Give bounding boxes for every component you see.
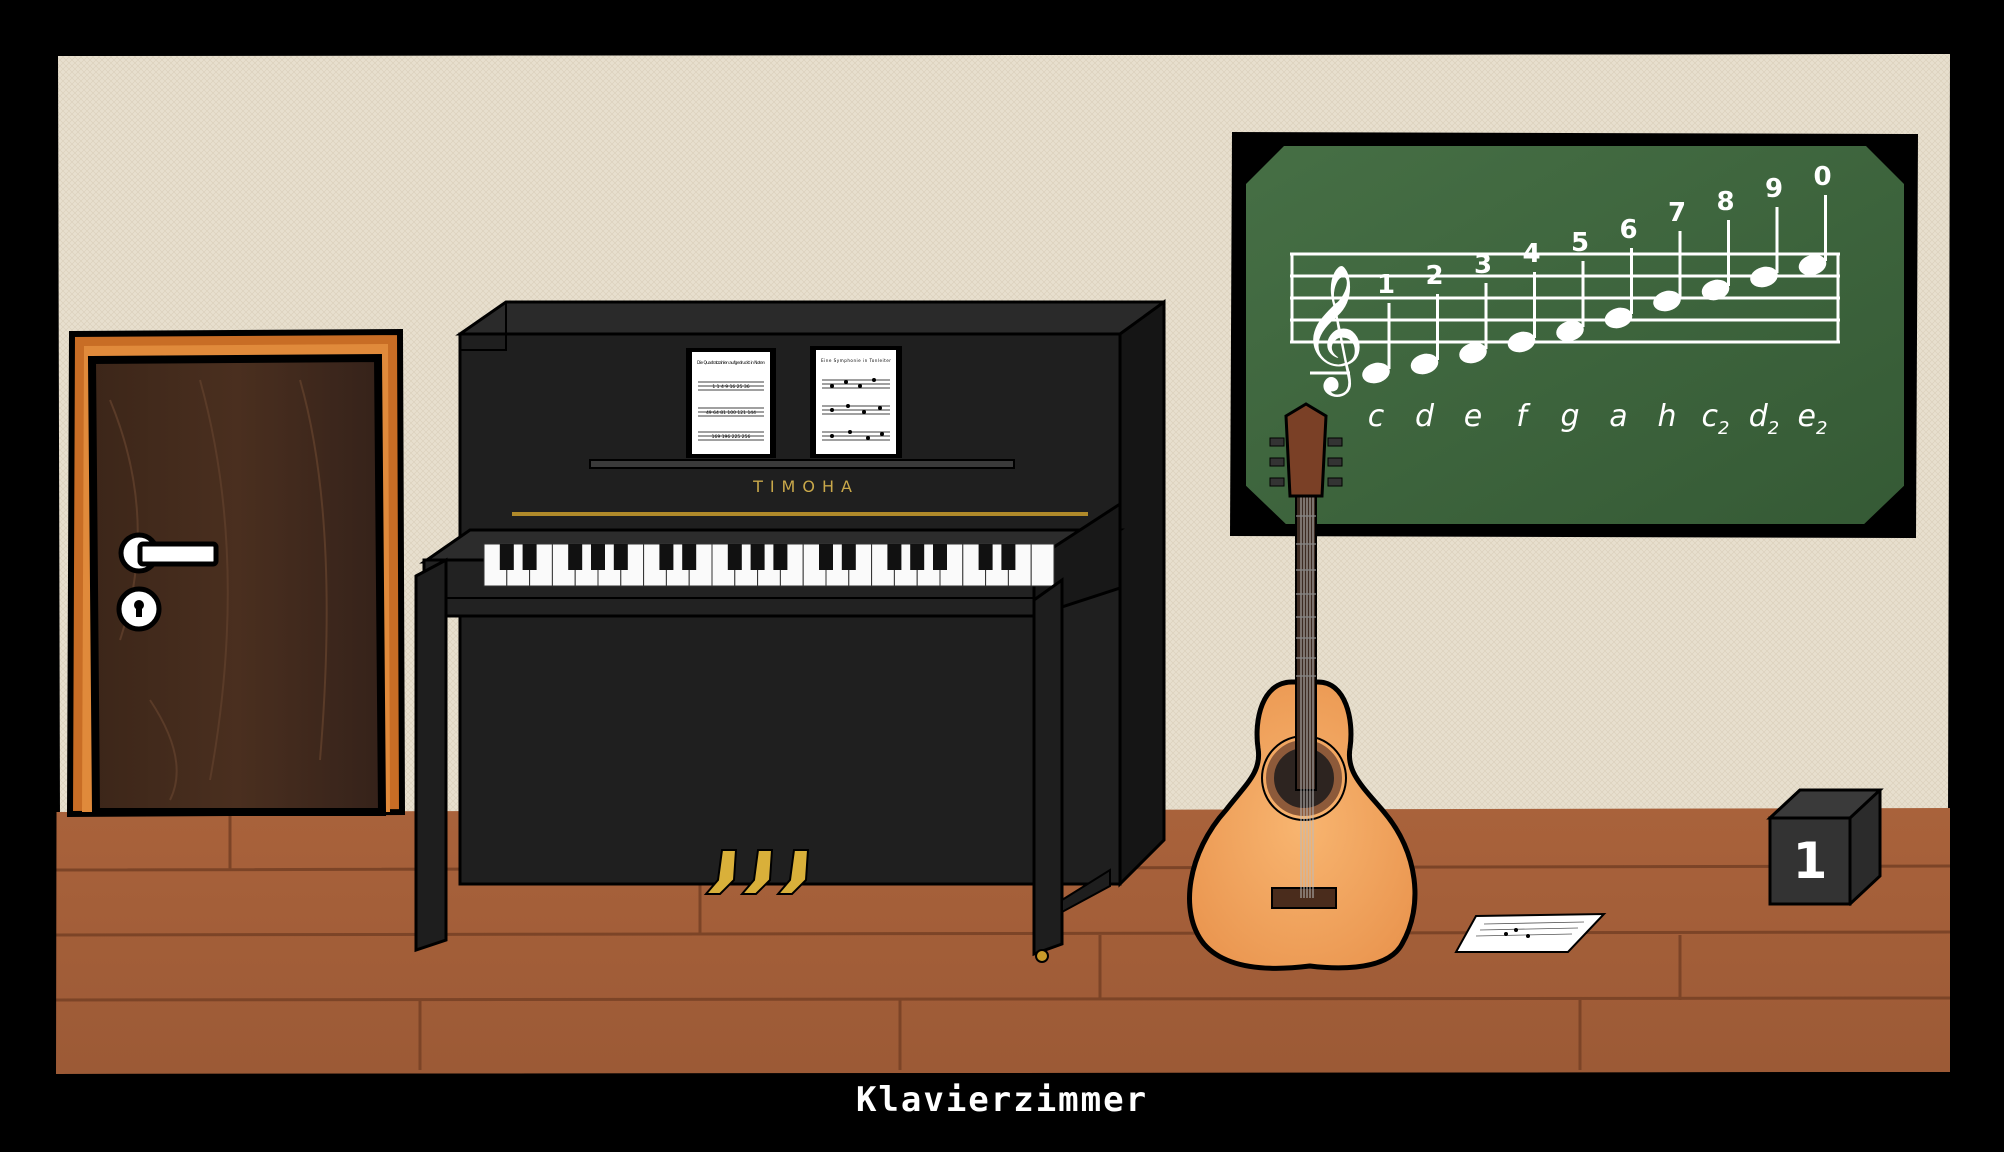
room-title: Klavierzimmer: [855, 1080, 1149, 1120]
black-key[interactable]: [750, 544, 765, 570]
white-key[interactable]: [1030, 543, 1055, 587]
sheet-left-row-2: 49 64 81 100 121 144: [706, 410, 756, 416]
sheet-right-title: Eine Symphonie in Tonleiter: [821, 358, 891, 363]
black-key[interactable]: [499, 544, 514, 570]
black-key[interactable]: [659, 544, 674, 570]
note-number: 3: [1474, 250, 1492, 280]
black-key[interactable]: [591, 544, 605, 570]
sheet-left-row-3: 169 196 225 256: [712, 434, 751, 440]
note-letter: a: [1609, 399, 1627, 434]
note-number: 9: [1765, 174, 1783, 204]
note-number: 4: [1522, 239, 1540, 269]
door[interactable]: [66, 328, 406, 818]
guitar-headstock: [1284, 402, 1328, 498]
treble-clef-icon: 𝄞: [1300, 263, 1365, 397]
sheet-music-right[interactable]: Eine Symphonie in Tonleiter: [810, 346, 902, 458]
piano-keyboard[interactable]: [483, 543, 1055, 587]
room-scene: 𝄞 1 2 3 4 5 67 8 9 0 c d e f g a h c2 d2 e2 TIMOHA Die Qu…: [0, 0, 2004, 1152]
black-key[interactable]: [613, 544, 628, 570]
note-letter: g: [1560, 399, 1579, 434]
note-letter: h: [1657, 399, 1676, 434]
sheet-music-left[interactable]: Die Quadratzahlen aufgedruckt in Noten 1…: [686, 348, 776, 458]
black-key[interactable]: [682, 544, 697, 570]
note-number: 6: [1619, 215, 1637, 245]
note-letter-subscript: 2: [1768, 418, 1779, 439]
sheet-left-row-1: 1 1 4 9 16 25 36: [712, 384, 749, 390]
note-number: 8: [1716, 187, 1734, 217]
black-key[interactable]: [522, 544, 537, 570]
music-rest: [589, 459, 1015, 469]
note-number: 2: [1425, 261, 1443, 291]
note-number: 0: [1813, 162, 1831, 192]
door-panel: [87, 353, 387, 816]
black-key[interactable]: [819, 544, 833, 570]
note-number: 7: [1668, 198, 1686, 228]
note-letter: d: [1415, 399, 1435, 434]
piano-pedals[interactable]: [703, 849, 810, 895]
number-cube[interactable]: 1: [1766, 788, 1884, 907]
black-key[interactable]: [978, 544, 993, 570]
note-number: 5: [1571, 228, 1589, 258]
keyhole-icon[interactable]: [116, 586, 162, 632]
sheet-left-title: Die Quadratzahlen aufgedruckt in Noten: [697, 360, 765, 365]
black-key[interactable]: [887, 544, 902, 570]
black-key[interactable]: [727, 544, 742, 570]
black-key[interactable]: [933, 544, 947, 570]
note-number: 1: [1377, 270, 1395, 300]
black-key[interactable]: [910, 544, 925, 570]
black-key[interactable]: [841, 544, 856, 570]
black-key[interactable]: [568, 544, 583, 570]
black-key[interactable]: [773, 544, 788, 570]
chalkboard[interactable]: 𝄞 1 2 3 4 5 67 8 9 0 c d e f g a h c2 d2 e2: [1230, 132, 1918, 538]
note-letter-subscript: 2: [1816, 418, 1827, 439]
note-letter-subscript: 2: [1718, 418, 1729, 439]
piano-brand: TIMOHA: [752, 477, 859, 496]
note-letter: c: [1368, 399, 1385, 434]
black-key[interactable]: [1001, 544, 1016, 570]
note-letter: e: [1464, 399, 1482, 434]
cube-label: 1: [1793, 832, 1828, 890]
piano[interactable]: TIMOHA Die Quadratzahlen aufgedruckt in …: [414, 299, 1166, 963]
